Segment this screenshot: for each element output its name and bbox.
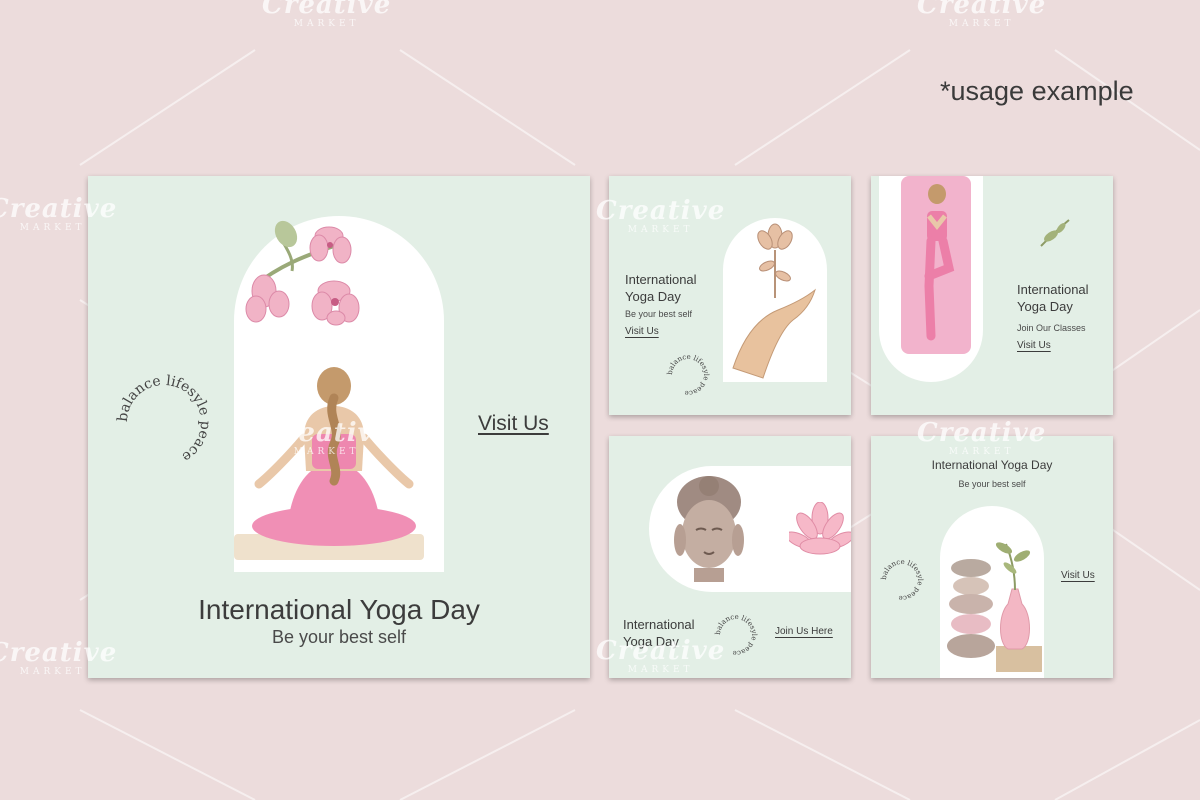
stones-and-vase-illustration xyxy=(947,542,1042,672)
orchid-flower-icon xyxy=(245,220,360,326)
card-bottom-right: International Yoga Day Be your best self… xyxy=(871,436,1113,678)
card-title: International Yoga Day xyxy=(198,594,480,625)
watermark-logo: Creative MARKET xyxy=(262,0,392,29)
card-subtitle: Be your best self xyxy=(271,627,407,647)
svg-text:balance lifesyle peace: balance lifesyle peace xyxy=(880,558,924,602)
card-title: International Yoga Day xyxy=(931,458,1053,472)
visit-us-link[interactable]: Visit Us xyxy=(478,412,549,436)
watermark-logo: Creative MARKET xyxy=(917,0,1047,29)
hand-flower-illustration xyxy=(732,223,816,379)
watermark-logo: Creative MARKET xyxy=(0,194,118,233)
showcase-canvas: Creative MARKET Creative MARKET *usage exa… xyxy=(0,0,1200,800)
card-subtitle: Be your best self xyxy=(958,479,1026,489)
watermark-logo: Creative MARKET xyxy=(0,638,118,677)
standing-yoga-woman-illustration xyxy=(901,176,971,354)
lotus-flower-icon xyxy=(789,502,851,555)
visit-us-link[interactable]: Visit Us xyxy=(1061,570,1095,581)
circle-text-badge: balance lifesyle peace xyxy=(115,373,213,465)
watermark-logo: Creative MARKET xyxy=(596,636,726,675)
card-subtitle: Join Our Classes xyxy=(1017,323,1086,333)
watermark-logo: Creative MARKET xyxy=(917,418,1047,457)
card-top-right: International Yoga Day Join Our Classes V… xyxy=(871,176,1113,415)
card-title: International Yoga Day xyxy=(625,272,697,304)
svg-text:balance lifesyle peace: balance lifesyle peace xyxy=(115,373,213,465)
usage-note: *usage example xyxy=(940,76,1134,106)
card-title: International Yoga Day xyxy=(1017,282,1089,314)
buddha-head-icon xyxy=(674,476,744,582)
leaf-icon xyxy=(1040,219,1070,247)
circle-text-badge: balance lifesyle peace xyxy=(666,353,710,397)
watermark-logo: Creative MARKET xyxy=(262,418,392,457)
join-us-link[interactable]: Join Us Here xyxy=(775,626,833,637)
watermark-logo: Creative MARKET xyxy=(596,196,726,235)
svg-text:balance lifesyle peace: balance lifesyle peace xyxy=(666,353,710,397)
card-subtitle: Be your best self xyxy=(625,309,693,319)
visit-us-link[interactable]: Visit Us xyxy=(1017,340,1051,351)
circle-text-badge: balance lifesyle peace xyxy=(880,558,924,602)
yoga-woman-illustration xyxy=(234,367,424,560)
visit-us-link[interactable]: Visit Us xyxy=(625,326,659,337)
